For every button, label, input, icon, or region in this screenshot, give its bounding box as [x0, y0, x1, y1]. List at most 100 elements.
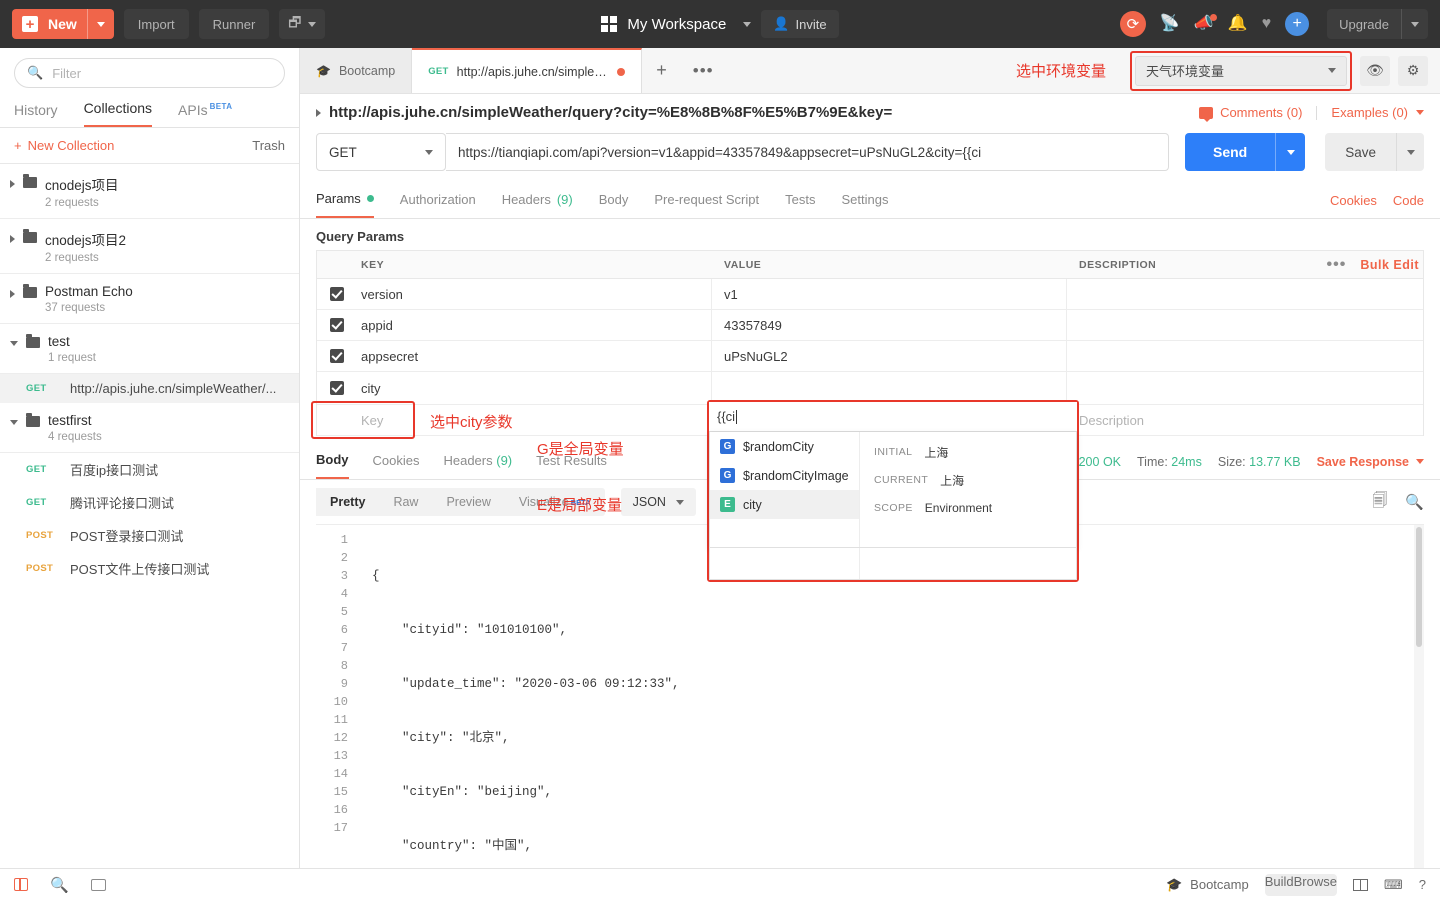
param-description[interactable] [1067, 310, 1423, 340]
response-tab-headers[interactable]: Headers (9) [443, 445, 512, 478]
help-icon[interactable]: ? [1419, 877, 1426, 892]
param-description[interactable] [1067, 279, 1423, 309]
tab-history[interactable]: History [14, 98, 58, 127]
chevron-right-icon[interactable] [10, 180, 15, 188]
param-key[interactable]: version [357, 279, 712, 309]
collection-item-test[interactable]: test 1 request [0, 324, 299, 374]
comments-button[interactable]: Comments (0) [1199, 105, 1302, 122]
build-tab[interactable]: Build [1265, 874, 1294, 896]
table-row[interactable]: appid 43357849 [317, 310, 1423, 341]
response-language-selector[interactable]: JSON [620, 488, 696, 516]
search-icon[interactable]: 🔍 [1405, 493, 1424, 511]
invite-button[interactable]: 👤 Invite [761, 10, 839, 38]
param-key[interactable]: city [357, 372, 712, 404]
list-item[interactable]: POST POST文件上传接口测试 [0, 552, 299, 585]
scrollbar-thumb[interactable] [1416, 527, 1422, 647]
param-value[interactable]: 43357849 [712, 310, 1067, 340]
param-key-placeholder[interactable]: Key [357, 405, 712, 435]
list-item[interactable]: GET 百度ip接口测试 [0, 453, 299, 486]
two-pane-layout-icon[interactable] [1353, 878, 1368, 891]
upgrade-button[interactable]: Upgrade [1327, 9, 1428, 39]
bootcamp-button[interactable]: 🎓 Bootcamp [1166, 877, 1249, 893]
tab-pre-request-script[interactable]: Pre-request Script [654, 184, 759, 217]
chevron-down-icon[interactable] [10, 341, 18, 346]
url-input[interactable]: https://tianqiapi.com/api?version=v1&app… [446, 133, 1169, 171]
format-preview[interactable]: Preview [432, 488, 504, 516]
save-button[interactable]: Save [1325, 133, 1396, 171]
table-row[interactable]: appsecret uPsNuGL2 [317, 341, 1423, 372]
collection-item-cnodejs[interactable]: cnodejs项目 2 requests [0, 164, 299, 219]
add-tab-button[interactable]: + [642, 48, 681, 93]
bulk-edit-button[interactable]: Bulk Edit [1360, 258, 1419, 272]
satellite-icon[interactable]: 📡 [1160, 16, 1180, 32]
examples-button[interactable]: Examples (0) [1331, 105, 1424, 120]
new-button[interactable]: + New [12, 9, 114, 39]
collection-item-testfirst[interactable]: testfirst 4 requests [0, 403, 299, 453]
collection-item-cnodejs2[interactable]: cnodejs项目2 2 requests [0, 219, 299, 274]
tab-collections[interactable]: Collections [83, 96, 153, 127]
row-checkbox[interactable] [317, 381, 357, 395]
response-tab-body[interactable]: Body [316, 444, 349, 479]
send-options-button[interactable] [1275, 133, 1306, 171]
code-link[interactable]: Code [1393, 193, 1424, 208]
workspace-title[interactable]: My Workspace [627, 16, 726, 33]
chevron-down-icon[interactable] [743, 21, 752, 27]
tab-apis[interactable]: APIs BETA [178, 98, 232, 127]
param-value[interactable]: uPsNuGL2 [712, 341, 1067, 371]
upgrade-dropdown-caret[interactable] [1401, 9, 1428, 39]
list-item[interactable]: POST POST登录接口测试 [0, 519, 299, 552]
console-icon[interactable] [90, 878, 106, 891]
import-button[interactable]: Import [123, 9, 189, 39]
tab-headers[interactable]: Headers (9) [502, 184, 573, 217]
sync-icon[interactable]: ⟳ [1119, 11, 1146, 37]
tab-bootcamp[interactable]: 🎓 Bootcamp [300, 48, 413, 93]
autocomplete-item-randomcity[interactable]: G $randomCity [710, 432, 859, 461]
list-item[interactable]: GET http://apis.juhe.cn/simpleWeather/..… [0, 374, 299, 403]
tab-params[interactable]: Params [316, 183, 374, 218]
chevron-right-icon[interactable] [316, 108, 321, 117]
format-pretty[interactable]: Pretty [316, 488, 380, 516]
param-description[interactable] [1067, 372, 1423, 404]
tab-body[interactable]: Body [599, 184, 629, 217]
param-description-placeholder[interactable]: Description [1067, 405, 1423, 435]
environment-selector[interactable]: 天气环境变量 [1135, 55, 1347, 86]
open-new-window-button[interactable]: 🗗 [279, 9, 326, 39]
save-response-button[interactable]: Save Response [1317, 455, 1424, 469]
collection-item-postman-echo[interactable]: Postman Echo 37 requests [0, 274, 299, 324]
list-item[interactable]: GET 腾讯评论接口测试 [0, 486, 299, 519]
tab-settings[interactable]: Settings [841, 184, 888, 217]
cookies-link[interactable]: Cookies [1330, 193, 1377, 208]
row-checkbox[interactable] [317, 287, 357, 301]
eye-icon[interactable]: 👁 [1360, 55, 1390, 86]
trash-button[interactable]: Trash [252, 138, 285, 153]
scrollbar[interactable] [1414, 525, 1424, 868]
new-dropdown-caret[interactable] [86, 9, 114, 39]
save-options-button[interactable] [1396, 133, 1424, 171]
find-icon[interactable]: 🔍 [50, 876, 69, 894]
table-row[interactable]: version v1 [317, 279, 1423, 310]
send-button[interactable]: Send [1184, 133, 1276, 171]
new-collection-button[interactable]: + New Collection [14, 138, 114, 153]
chevron-right-icon[interactable] [10, 290, 15, 298]
sidebar-toggle-icon[interactable] [14, 878, 28, 891]
format-raw[interactable]: Raw [379, 488, 432, 516]
search-input[interactable]: 🔍 Filter [14, 58, 285, 88]
param-description[interactable] [1067, 341, 1423, 371]
bell-icon[interactable]: 🔔 [1228, 16, 1248, 32]
copy-icon[interactable]: 🗐 [1372, 490, 1387, 515]
keyboard-shortcuts-icon[interactable]: ⌨ [1384, 877, 1403, 893]
param-value[interactable]: v1 [712, 279, 1067, 309]
row-checkbox[interactable] [317, 349, 357, 363]
tab-simpleweather-request[interactable]: GET http://apis.juhe.cn/simpleWeat... [412, 48, 643, 93]
param-key[interactable]: appid [357, 310, 712, 340]
megaphone-icon[interactable]: 📣 [1194, 14, 1217, 32]
autocomplete-item-city[interactable]: E city [710, 490, 859, 519]
autocomplete-item-randomcityimage[interactable]: G $randomCityImage [710, 461, 859, 490]
browse-tab[interactable]: Browse [1294, 874, 1337, 896]
tab-options-button[interactable]: ••• [680, 48, 726, 93]
plus-circle-icon[interactable]: + [1285, 12, 1310, 36]
param-key[interactable]: appsecret [357, 341, 712, 371]
gear-icon[interactable]: ⚙ [1398, 55, 1428, 86]
response-tab-cookies[interactable]: Cookies [373, 445, 420, 478]
tab-tests[interactable]: Tests [785, 184, 815, 217]
